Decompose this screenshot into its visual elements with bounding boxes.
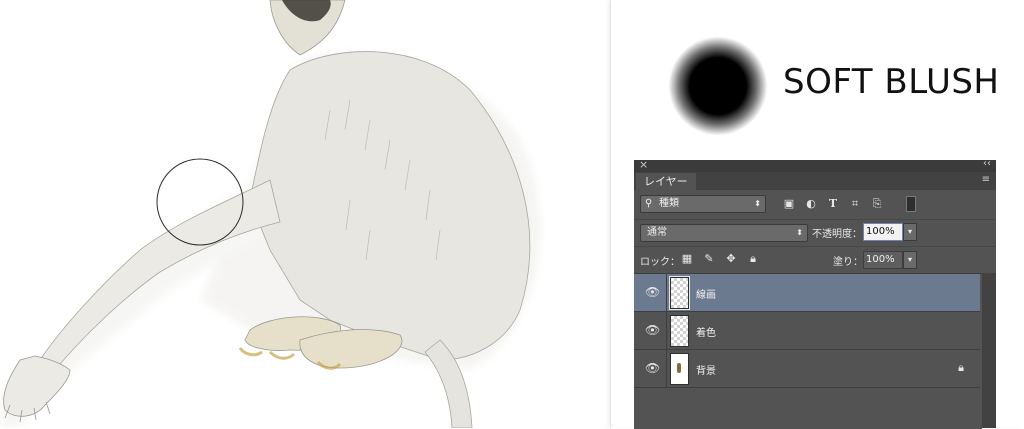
blend-mode-select[interactable]: 通常 ⬍ [640,224,808,242]
layers-panel: × ‹‹ レイヤー ≡ ⚲ 種類 ⬍ ▣ ◐ T ⌗ ⎘ 通常 ⬍ 不透明度： … [634,158,996,429]
opacity-label: 不透明度： [812,229,862,240]
brush-name-label: SOFT BLUSH [783,62,1000,102]
panel-tab-bar: レイヤー ≡ [634,172,996,190]
adjustment-filter-icon[interactable]: ◐ [804,197,818,211]
fill-dropdown-icon[interactable]: ▾ [903,251,917,269]
layer-thumbnail [669,276,690,310]
filter-kind-value: 種類 [659,198,679,209]
layer-thumbnail [670,315,689,347]
layers-scrollbar[interactable] [982,273,996,428]
lock-label: ロック： [640,257,680,268]
layer-row-lineart[interactable]: 👁︎ 線画 [634,274,980,312]
filter-kind-select[interactable]: ⚲ 種類 ⬍ [640,195,766,213]
opacity-dropdown-icon[interactable]: ▾ [903,223,917,241]
layer-name: 着色 [696,328,716,339]
collapse-icon[interactable]: ‹‹ [983,158,991,169]
blend-mode-value: 通常 [647,227,667,238]
tab-layers[interactable]: レイヤー [636,173,696,190]
lock-fill-row: ロック： ▦ ✎ ✥ 🔒︎ 塗り： 100% ▾ [634,246,996,273]
eye-icon[interactable]: 👁︎ [645,324,660,336]
smart-object-filter-icon[interactable]: ⎘ [870,197,884,211]
blend-opacity-row: 通常 ⬍ 不透明度： 100% ▾ [634,219,996,246]
artwork-canvas[interactable] [0,0,610,428]
panel-menu-icon[interactable]: ≡ [982,174,990,185]
type-filter-icon[interactable]: T [826,197,840,211]
search-icon: ⚲ [645,198,653,209]
fill-input[interactable]: 100% [863,251,903,269]
layer-name: 線画 [696,290,716,301]
divider [666,274,667,311]
fill-label: 塗り： [833,257,863,268]
select-arrows-icon: ⬍ [796,228,803,237]
opacity-input[interactable]: 100% [863,223,903,241]
layers-list: 👁︎ 線画 👁︎ 着色 👁︎ 背景 🔒︎ [634,273,982,429]
eye-icon[interactable]: 👁︎ [645,286,660,298]
layer-row-color[interactable]: 👁︎ 着色 [634,312,980,350]
divider [666,312,667,349]
layer-thumbnail [670,353,689,385]
monkey-sketch-illustration [0,0,541,428]
soft-brush-preview [668,36,768,136]
lock-transparent-icon[interactable]: ▦ [680,252,694,266]
thumbnail-figure [677,363,681,373]
eye-icon[interactable]: 👁︎ [645,362,660,374]
lock-icon: 🔒︎ [958,361,964,374]
select-arrows-icon: ⬍ [754,199,761,208]
panel-title-bar[interactable]: × ‹‹ [634,158,996,172]
filter-toggle-icon[interactable] [906,196,916,212]
divider [666,350,667,387]
image-filter-icon[interactable]: ▣ [782,197,796,211]
close-icon[interactable]: × [639,158,648,171]
shape-filter-icon[interactable]: ⌗ [848,197,862,211]
layer-filter-row: ⚲ 種類 ⬍ ▣ ◐ T ⌗ ⎘ [634,191,996,219]
lock-all-icon[interactable]: 🔒︎ [746,252,760,266]
layer-name: 背景 [696,366,716,377]
layer-row-background[interactable]: 👁︎ 背景 🔒︎ [634,350,980,388]
lock-position-icon[interactable]: ✥ [724,252,738,266]
lock-image-icon[interactable]: ✎ [702,252,716,266]
